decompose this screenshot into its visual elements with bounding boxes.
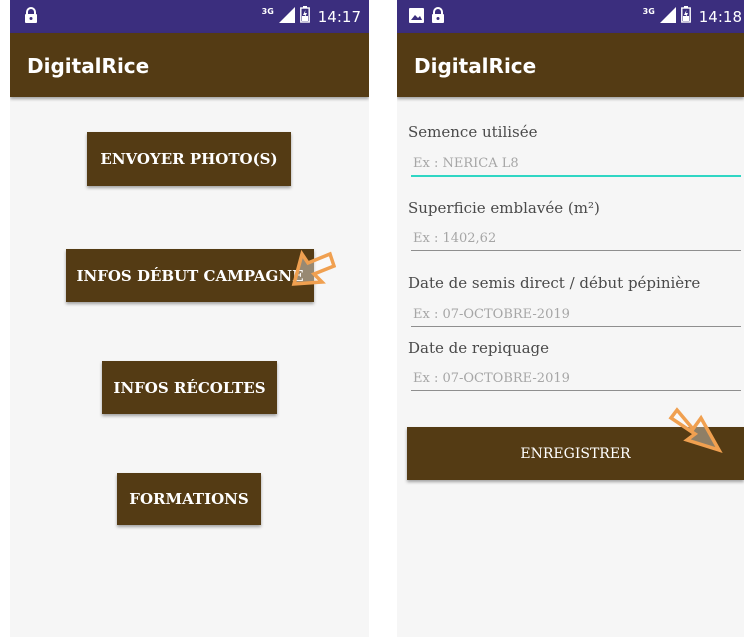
seed-used-input[interactable] <box>411 151 741 177</box>
image-icon <box>409 8 424 27</box>
battery-icon <box>299 6 310 27</box>
app-bar: DigitalRice <box>10 33 369 97</box>
harvest-info-button[interactable]: INFOS RÉCOLTES <box>102 361 277 414</box>
network-type: 3G <box>642 7 655 16</box>
send-photos-button[interactable]: ENVOYER PHOTO(S) <box>87 132 291 186</box>
left-phone-screen: 3G 14:17 DigitalRice ENVOYER PHOTO(S) IN… <box>10 0 369 637</box>
sowing-date-label: Date de semis direct / début pépinière <box>408 274 701 292</box>
lock-icon <box>431 7 445 28</box>
signal-icon <box>278 6 296 27</box>
battery-icon <box>680 6 691 27</box>
status-bar: 3G 14:18 <box>397 0 744 33</box>
status-bar: 3G 14:17 <box>10 0 369 33</box>
pointer-arrow-icon <box>290 249 337 302</box>
transplant-date-input[interactable] <box>411 366 741 391</box>
lock-icon <box>24 7 38 28</box>
area-label: Superficie emblavée (m²) <box>408 199 600 217</box>
sowing-date-input[interactable] <box>411 302 741 327</box>
trainings-button[interactable]: FORMATIONS <box>117 473 261 525</box>
transplant-date-label: Date de repiquage <box>408 339 550 357</box>
clock: 14:18 <box>698 7 742 26</box>
campaign-start-info-button[interactable]: INFOS DÉBUT CAMPAGNE <box>66 249 314 302</box>
signal-icon <box>659 6 677 27</box>
area-input[interactable] <box>411 226 741 251</box>
app-title: DigitalRice <box>414 54 537 78</box>
clock: 14:17 <box>317 7 361 26</box>
app-bar: DigitalRice <box>397 33 744 97</box>
right-phone-screen: 3G 14:18 DigitalRice Semence utilisée Su… <box>397 0 744 637</box>
network-type: 3G <box>261 7 274 16</box>
seed-used-label: Semence utilisée <box>408 123 538 141</box>
pointer-arrow-icon <box>665 404 723 466</box>
app-title: DigitalRice <box>27 54 150 78</box>
